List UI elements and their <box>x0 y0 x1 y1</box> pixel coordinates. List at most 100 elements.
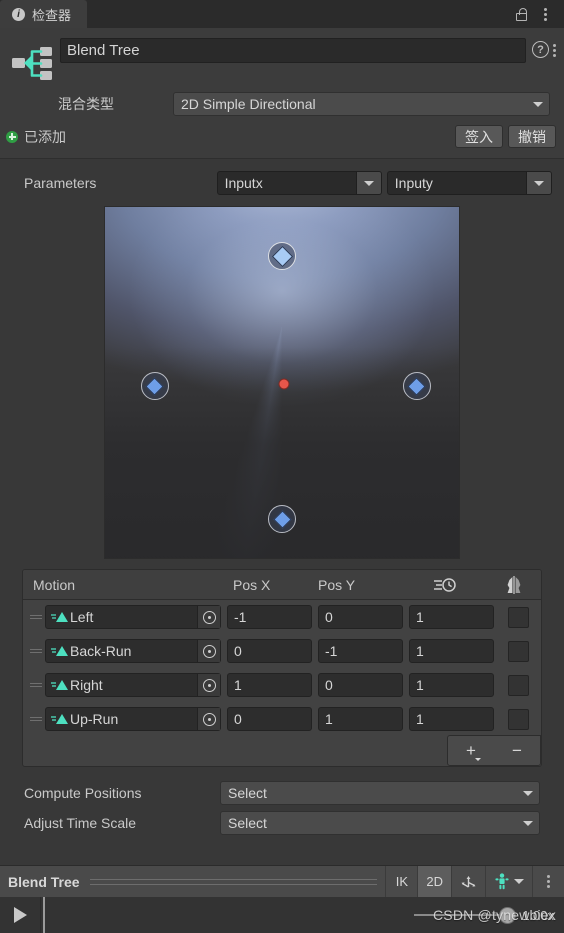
graph-cursor-dot[interactable] <box>278 378 290 390</box>
object-picker-icon[interactable] <box>197 640 220 662</box>
adjust-time-scale-label: Adjust Time Scale <box>24 815 137 831</box>
remove-motion-button[interactable]: − <box>512 741 522 761</box>
motion-table: Motion Pos X Pos Y Left -1 0 1 Back-Run … <box>22 569 542 767</box>
blend-graph[interactable] <box>104 206 460 559</box>
speed-input[interactable]: 1 <box>409 605 494 629</box>
header-actions: ? <box>526 38 556 58</box>
asset-name-input[interactable]: Blend Tree <box>60 38 526 63</box>
ik-toggle-button[interactable]: IK <box>385 866 417 897</box>
motion-clip-name: Left <box>70 609 94 625</box>
info-icon: i <box>12 7 25 21</box>
motion-clip-name: Back-Run <box>70 643 132 659</box>
add-remove-controls: + − <box>447 735 541 766</box>
parameter-y-value: Inputy <box>394 175 433 191</box>
parameters-label: Parameters <box>24 175 97 191</box>
graph-node-back-run[interactable] <box>268 505 296 534</box>
pos-x-input[interactable]: -1 <box>227 605 312 629</box>
chevron-down-icon <box>517 820 539 826</box>
pos-x-input[interactable]: 0 <box>227 639 312 663</box>
2d-toggle-button[interactable]: 2D <box>417 866 451 897</box>
table-row[interactable]: Right 1 0 1 <box>23 668 541 702</box>
pos-x-input[interactable]: 0 <box>227 707 312 731</box>
compute-positions-dropdown[interactable]: Select <box>220 781 540 805</box>
preview-title: Blend Tree <box>8 873 80 890</box>
preview-panel: Blend Tree IK 2D 1.00x CSDN @tynewbiex <box>0 865 564 933</box>
mirror-checkbox[interactable] <box>508 674 529 696</box>
speed-input[interactable]: 1 <box>409 707 494 731</box>
motion-clip-name: Up-Run <box>70 711 119 727</box>
preview-timeline: 1.00x CSDN @tynewbiex <box>0 897 564 933</box>
compute-positions-label: Compute Positions <box>24 785 142 801</box>
drag-handle-icon[interactable] <box>27 613 45 621</box>
chevron-down-icon <box>527 101 549 107</box>
motion-clip-field[interactable]: Right <box>45 673 221 697</box>
chevron-down-icon <box>514 879 524 884</box>
diamond-icon <box>407 376 426 396</box>
preview-speed-slider[interactable]: 1.00x <box>414 906 554 924</box>
motion-clip-field[interactable]: Back-Run <box>45 639 221 663</box>
asset-name-wrap: Blend Tree <box>60 38 526 63</box>
drag-handle-icon[interactable] <box>27 681 45 689</box>
table-row[interactable]: Back-Run 0 -1 1 <box>23 634 541 668</box>
add-motion-button[interactable]: + <box>466 741 481 761</box>
parameter-y-dropdown[interactable]: Inputy <box>386 171 552 195</box>
pivot-axes-icon[interactable] <box>451 866 485 897</box>
mirror-checkbox[interactable] <box>508 640 529 662</box>
inspector-window: i 检查器 Blend Tree ? 混合类型 2D Simple Direct… <box>0 0 564 933</box>
chevron-down-icon <box>474 757 481 761</box>
compute-positions-row: Compute Positions Select <box>0 767 564 805</box>
revert-button[interactable]: 撤销 <box>508 125 556 148</box>
speed-clock-icon <box>403 577 487 593</box>
motion-clip-field[interactable]: Left <box>45 605 221 629</box>
preview-divider-lines <box>89 875 378 889</box>
vcs-buttons: 签入 撤销 <box>455 125 556 148</box>
kebab-menu-icon[interactable] <box>532 866 564 897</box>
motion-clip-field[interactable]: Up-Run <box>45 707 221 731</box>
tab-inspector[interactable]: i 检查器 <box>0 0 88 28</box>
tab-bar: i 检查器 <box>0 0 564 28</box>
avatar-selector[interactable] <box>485 866 532 897</box>
object-picker-icon[interactable] <box>197 606 220 628</box>
added-label: 已添加 <box>24 128 66 145</box>
blend-type-row: 混合类型 2D Simple Directional <box>0 86 564 116</box>
help-icon[interactable]: ? <box>532 41 549 58</box>
kebab-menu-icon[interactable] <box>553 44 556 57</box>
preview-toolbar: Blend Tree IK 2D <box>0 865 564 897</box>
adjust-time-scale-value: Select <box>228 815 267 831</box>
pos-y-input[interactable]: 1 <box>318 707 403 731</box>
timeline-playhead[interactable] <box>43 897 45 933</box>
preview-speed-value: 1.00x <box>522 907 554 923</box>
mirror-checkbox[interactable] <box>508 708 529 730</box>
drag-handle-icon[interactable] <box>27 647 45 655</box>
speed-input[interactable]: 1 <box>409 673 494 697</box>
adjust-time-scale-dropdown[interactable]: Select <box>220 811 540 835</box>
motion-table-rows: Left -1 0 1 Back-Run 0 -1 1 Right 1 0 1 … <box>23 600 541 736</box>
blend-type-label: 混合类型 <box>58 96 114 112</box>
table-row[interactable]: Left -1 0 1 <box>23 600 541 634</box>
parameter-x-dropdown[interactable]: Inputx <box>216 171 382 195</box>
column-header-pos-y: Pos Y <box>318 576 356 593</box>
blend-type-dropdown[interactable]: 2D Simple Directional <box>173 92 550 116</box>
drag-handle-icon[interactable] <box>27 715 45 723</box>
chevron-down-icon <box>526 172 551 194</box>
play-icon[interactable] <box>0 897 41 933</box>
pos-y-input[interactable]: -1 <box>318 639 403 663</box>
graph-node-right[interactable] <box>402 372 431 400</box>
pos-x-input[interactable]: 1 <box>227 673 312 697</box>
slider-knob[interactable] <box>499 906 517 924</box>
checkin-button[interactable]: 签入 <box>455 125 503 148</box>
tab-inspector-label: 检查器 <box>32 7 72 23</box>
mirror-checkbox[interactable] <box>508 606 529 628</box>
chevron-down-icon <box>517 790 539 796</box>
object-picker-icon[interactable] <box>197 674 220 696</box>
kebab-menu-icon[interactable] <box>534 3 556 25</box>
object-picker-icon[interactable] <box>197 708 220 730</box>
graph-node-up-run[interactable] <box>268 242 296 271</box>
lock-open-icon[interactable] <box>510 3 532 25</box>
speed-input[interactable]: 1 <box>409 639 494 663</box>
pos-y-input[interactable]: 0 <box>318 673 403 697</box>
slider-track <box>414 914 504 916</box>
pos-y-input[interactable]: 0 <box>318 605 403 629</box>
graph-node-left[interactable] <box>140 372 169 400</box>
table-row[interactable]: Up-Run 0 1 1 <box>23 702 541 736</box>
